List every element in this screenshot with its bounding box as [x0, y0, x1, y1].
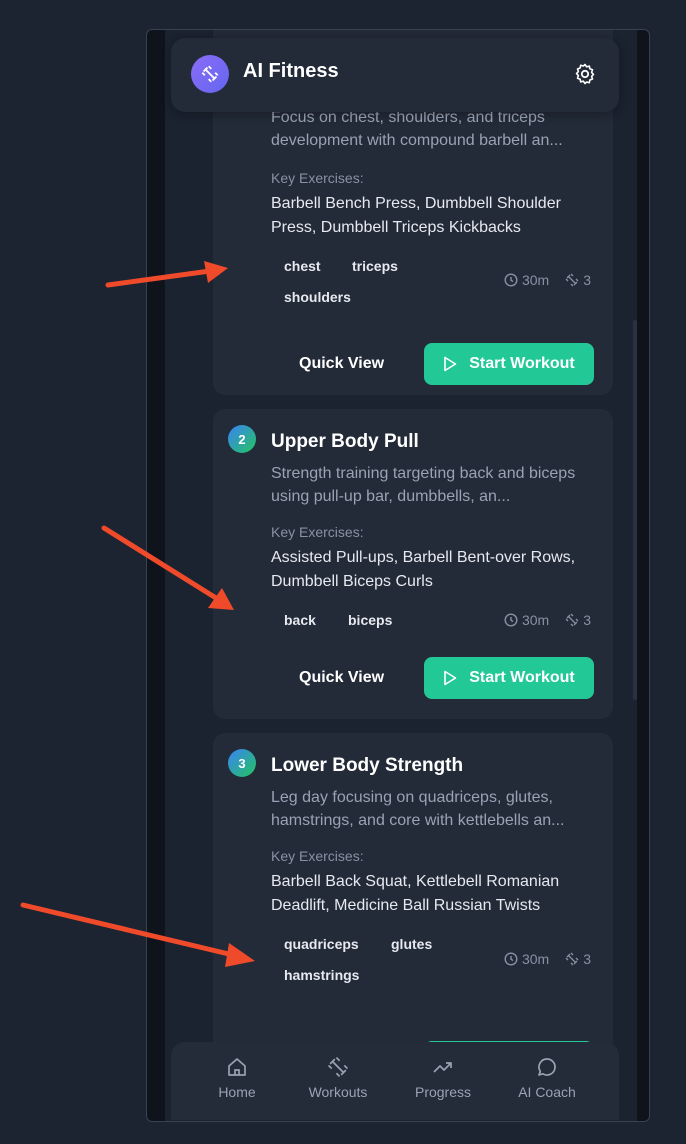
quick-view-button[interactable]: Quick View: [299, 669, 384, 687]
key-exercises-label: Key Exercises:: [271, 170, 364, 186]
nav-workouts[interactable]: Workouts: [288, 1056, 388, 1100]
key-exercises-list: Assisted Pull-ups, Barbell Bent-over Row…: [271, 549, 576, 590]
muscle-tag: hamstrings: [284, 967, 360, 983]
clock-icon: [504, 273, 518, 287]
quick-view-button[interactable]: Quick View: [299, 355, 384, 373]
dumbbell-icon: [565, 273, 579, 287]
nav-ai-coach-label: AI Coach: [518, 1084, 576, 1100]
workout-title: Upper Body Pull: [271, 431, 419, 452]
nav-home[interactable]: Home: [187, 1056, 287, 1100]
workout-meta: 30m 3: [504, 951, 591, 967]
clock-icon: [504, 613, 518, 627]
workout-meta: 30m 3: [504, 272, 591, 288]
duration: 30m: [521, 951, 550, 967]
start-workout-label: Start Workout: [469, 355, 575, 372]
muscle-tag: chest: [284, 258, 321, 274]
dumbbell-icon: [327, 1056, 349, 1078]
annotation-arrow: [20, 902, 255, 967]
nav-workouts-label: Workouts: [308, 1084, 368, 1100]
workout-number-badge: 3: [228, 749, 256, 777]
key-exercises-label: Key Exercises:: [271, 524, 364, 540]
muscle-tag: back: [284, 612, 316, 628]
workout-description: Leg day focusing on quadriceps, glutes, …: [271, 789, 565, 829]
home-icon: [228, 1058, 246, 1076]
key-exercises-label: Key Exercises:: [271, 848, 364, 864]
muscle-tag: triceps: [352, 258, 398, 274]
app-title: AI Fitness: [243, 60, 339, 82]
key-exercises-list: Barbell Back Squat, Kettlebell Romanian …: [271, 873, 560, 914]
bottom-nav: Home Workouts Progress AI Coach: [171, 1042, 619, 1120]
nav-progress-label: Progress: [414, 1084, 472, 1100]
workout-meta: 30m 3: [504, 612, 591, 628]
start-workout-button[interactable]: Start Workout: [424, 657, 594, 699]
exercise-count: 3: [583, 612, 591, 628]
duration: 30m: [521, 272, 550, 288]
annotation-arrow: [101, 525, 234, 610]
gear-icon[interactable]: [573, 62, 597, 86]
workout-card: 2 Upper Body Pull Strength training targ…: [213, 409, 613, 719]
clock-icon: [504, 952, 518, 966]
scrollbar[interactable]: [633, 320, 637, 700]
exercise-count: 3: [583, 272, 591, 288]
app-header: AI Fitness: [171, 38, 619, 112]
muscle-tag: glutes: [391, 936, 433, 952]
dumbbell-icon: [565, 952, 579, 966]
annotation-arrow: [105, 261, 228, 288]
duration: 30m: [521, 612, 550, 628]
dumbbell-icon: [565, 613, 579, 627]
workout-description: Focus on chest, shoulders, and triceps d…: [271, 109, 563, 149]
start-workout-label: Start Workout: [469, 669, 575, 686]
workout-number-badge: 2: [228, 425, 256, 453]
exercise-count: 3: [583, 951, 591, 967]
app-logo: [191, 55, 229, 93]
start-workout-button[interactable]: Start Workout: [424, 343, 594, 385]
play-icon: [444, 356, 457, 372]
nav-progress[interactable]: Progress: [393, 1056, 493, 1100]
workout-title: Lower Body Strength: [271, 755, 464, 776]
trend-icon: [433, 1062, 452, 1073]
muscle-tag: shoulders: [284, 289, 351, 305]
nav-home-label: Home: [218, 1084, 256, 1100]
workout-card: 3 Lower Body Strength Leg day focusing o…: [213, 733, 613, 1083]
muscle-tag: biceps: [348, 612, 393, 628]
dumbbell-icon: [201, 65, 219, 83]
muscle-tag: quadriceps: [284, 936, 359, 952]
nav-ai-coach[interactable]: AI Coach: [497, 1056, 597, 1100]
chat-icon: [538, 1058, 556, 1076]
workout-description: Strength training targeting back and bic…: [271, 465, 576, 505]
play-icon: [444, 670, 457, 686]
key-exercises-list: Barbell Bench Press, Dumbbell Shoulder P…: [271, 195, 561, 236]
